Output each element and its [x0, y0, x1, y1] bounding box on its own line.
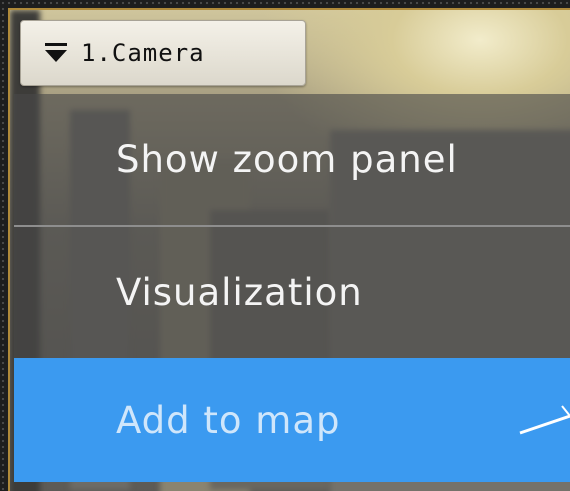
- camera-title: 1.Camera: [81, 39, 205, 67]
- camera-context-menu: Show zoom panel Visualization Add to map: [14, 94, 570, 489]
- menu-item-label: Visualization: [116, 271, 363, 314]
- menu-item-label: Show zoom panel: [116, 138, 458, 181]
- menu-item-show-zoom-panel[interactable]: Show zoom panel: [14, 94, 570, 225]
- camera-menu-button[interactable]: 1.Camera: [20, 20, 306, 86]
- collapse-menu-icon: [43, 40, 69, 66]
- menu-item-visualization[interactable]: Visualization: [14, 227, 570, 358]
- menu-item-add-to-map[interactable]: Add to map: [14, 358, 570, 482]
- menu-item-label: Add to map: [116, 398, 341, 442]
